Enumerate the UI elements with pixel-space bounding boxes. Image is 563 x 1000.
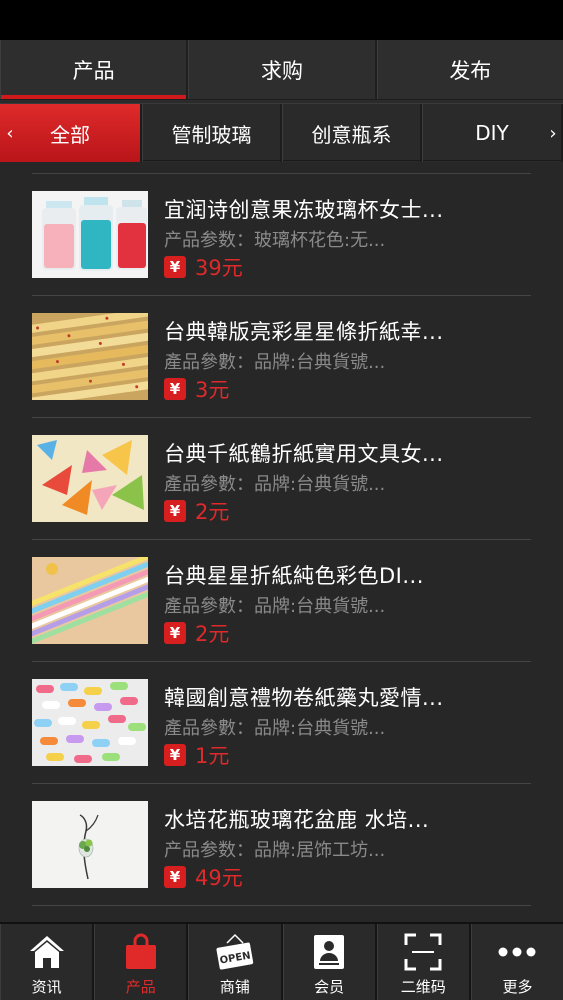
product-params: 產品參數：品牌:台典貨號... xyxy=(164,352,386,373)
chevron-left-icon[interactable]: ‹ xyxy=(0,104,20,162)
product-thumbnail xyxy=(32,801,148,888)
product-list[interactable]: 宜润诗创意果冻玻璃杯女士... 产品参数：玻璃杯花色:无... ¥ 39元 台典… xyxy=(0,162,563,922)
yen-icon: ¥ xyxy=(164,500,186,522)
nav-qr-code[interactable]: 二维码 xyxy=(376,924,471,1000)
more-dots-icon xyxy=(497,932,537,972)
status-bar xyxy=(0,0,563,40)
list-item[interactable]: 台典星星折紙純色彩色DI... 產品參數：品牌:台典貨號... ¥ 2元 xyxy=(32,540,531,662)
bottom-nav: 资讯 产品 OPEN 商铺 会员 二维码 更多 xyxy=(0,922,563,1000)
category-all[interactable]: 全部 xyxy=(0,104,142,162)
product-params: 产品参数：品牌:居饰工坊... xyxy=(164,840,386,861)
price-value: 39元 xyxy=(195,256,243,280)
yen-icon: ¥ xyxy=(164,378,186,400)
qr-scan-icon xyxy=(403,932,443,972)
yen-icon: ¥ xyxy=(164,256,186,278)
list-item[interactable]: 宜润诗创意果冻玻璃杯女士... 产品参数：玻璃杯花色:无... ¥ 39元 xyxy=(32,174,531,296)
category-label: 创意瓶系 xyxy=(311,122,392,147)
tab-purchase-requests[interactable]: 求购 xyxy=(188,40,377,99)
tab-label: 产品 xyxy=(72,58,115,83)
open-sign-icon: OPEN xyxy=(215,932,255,972)
product-thumbnail xyxy=(32,679,148,766)
yen-icon: ¥ xyxy=(164,866,186,888)
price-value: 1元 xyxy=(195,744,230,768)
product-thumbnail xyxy=(32,191,148,278)
product-price: ¥ 1元 xyxy=(164,742,229,768)
chevron-right-icon[interactable]: › xyxy=(543,104,563,162)
list-item[interactable]: 台典千紙鶴折紙實用文具女... 產品參數：品牌:台典貨號... ¥ 2元 xyxy=(32,418,531,540)
tab-label: 发布 xyxy=(449,58,492,83)
list-item[interactable]: 韓國創意禮物卷紙藥丸愛情... 產品參數：品牌:台典貨號... ¥ 1元 xyxy=(32,662,531,784)
product-thumbnail xyxy=(32,557,148,644)
category-controlled-glass[interactable]: 管制玻璃 xyxy=(142,104,282,162)
nav-label: 会员 xyxy=(314,978,345,996)
list-item[interactable]: 水培花瓶玻璃花盆鹿 水培... 产品参数：品牌:居饰工坊... ¥ 49元 xyxy=(32,784,531,906)
product-title: 水培花瓶玻璃花盆鹿 水培... xyxy=(164,808,430,832)
tab-publish[interactable]: 发布 xyxy=(376,40,563,99)
nav-more[interactable]: 更多 xyxy=(470,924,563,1000)
yen-icon: ¥ xyxy=(164,744,186,766)
product-title: 韓國創意禮物卷紙藥丸愛情... xyxy=(164,686,444,710)
nav-shops[interactable]: OPEN 商铺 xyxy=(188,924,283,1000)
tab-label: 求购 xyxy=(260,58,303,83)
product-params: 產品參數：品牌:台典貨號... xyxy=(164,474,386,495)
price-value: 2元 xyxy=(195,500,230,524)
divider xyxy=(32,162,531,174)
product-thumbnail xyxy=(32,313,148,400)
tab-products[interactable]: 产品 xyxy=(0,40,189,99)
product-price: ¥ 39元 xyxy=(164,254,243,280)
home-icon xyxy=(27,932,67,972)
product-price: ¥ 3元 xyxy=(164,376,229,402)
nav-label: 产品 xyxy=(125,978,156,996)
list-item[interactable]: 台典韓版亮彩星星條折紙幸... 產品參數：品牌:台典貨號... ¥ 3元 xyxy=(32,296,531,418)
yen-icon: ¥ xyxy=(164,622,186,644)
product-price: ¥ 2元 xyxy=(164,498,229,524)
category-scroll-bar: ‹ 全部 管制玻璃 创意瓶系 DIY › xyxy=(0,103,563,162)
nav-products[interactable]: 产品 xyxy=(94,924,189,1000)
product-params: 產品參數：品牌:台典貨號... xyxy=(164,596,386,617)
shopping-bag-icon xyxy=(121,932,161,972)
category-label: 全部 xyxy=(50,122,90,147)
nav-label: 二维码 xyxy=(400,978,446,996)
category-creative-bottles[interactable]: 创意瓶系 xyxy=(282,104,422,162)
product-title: 台典韓版亮彩星星條折紙幸... xyxy=(164,320,444,344)
product-params: 產品參數：品牌:台典貨號... xyxy=(164,718,386,739)
price-value: 49元 xyxy=(195,866,243,890)
product-title: 台典星星折紙純色彩色DI... xyxy=(164,564,424,588)
product-title: 宜润诗创意果冻玻璃杯女士... xyxy=(164,198,444,222)
category-diy[interactable]: DIY xyxy=(422,104,563,162)
nav-label: 商铺 xyxy=(219,978,250,996)
price-value: 3元 xyxy=(195,378,230,402)
nav-label: 资讯 xyxy=(31,978,62,996)
category-label: 管制玻璃 xyxy=(171,122,252,147)
category-label: DIY xyxy=(475,121,509,145)
price-value: 2元 xyxy=(195,622,230,646)
product-title: 台典千紙鶴折紙實用文具女... xyxy=(164,442,444,466)
top-tab-bar: 产品 求购 发布 xyxy=(0,40,563,100)
nav-members[interactable]: 会员 xyxy=(282,924,377,1000)
product-thumbnail xyxy=(32,435,148,522)
nav-news[interactable]: 资讯 xyxy=(0,924,95,1000)
product-params: 产品参数：玻璃杯花色:无... xyxy=(164,230,386,251)
nav-label: 更多 xyxy=(502,978,533,996)
product-price: ¥ 49元 xyxy=(164,864,243,890)
member-card-icon xyxy=(309,932,349,972)
product-price: ¥ 2元 xyxy=(164,620,229,646)
